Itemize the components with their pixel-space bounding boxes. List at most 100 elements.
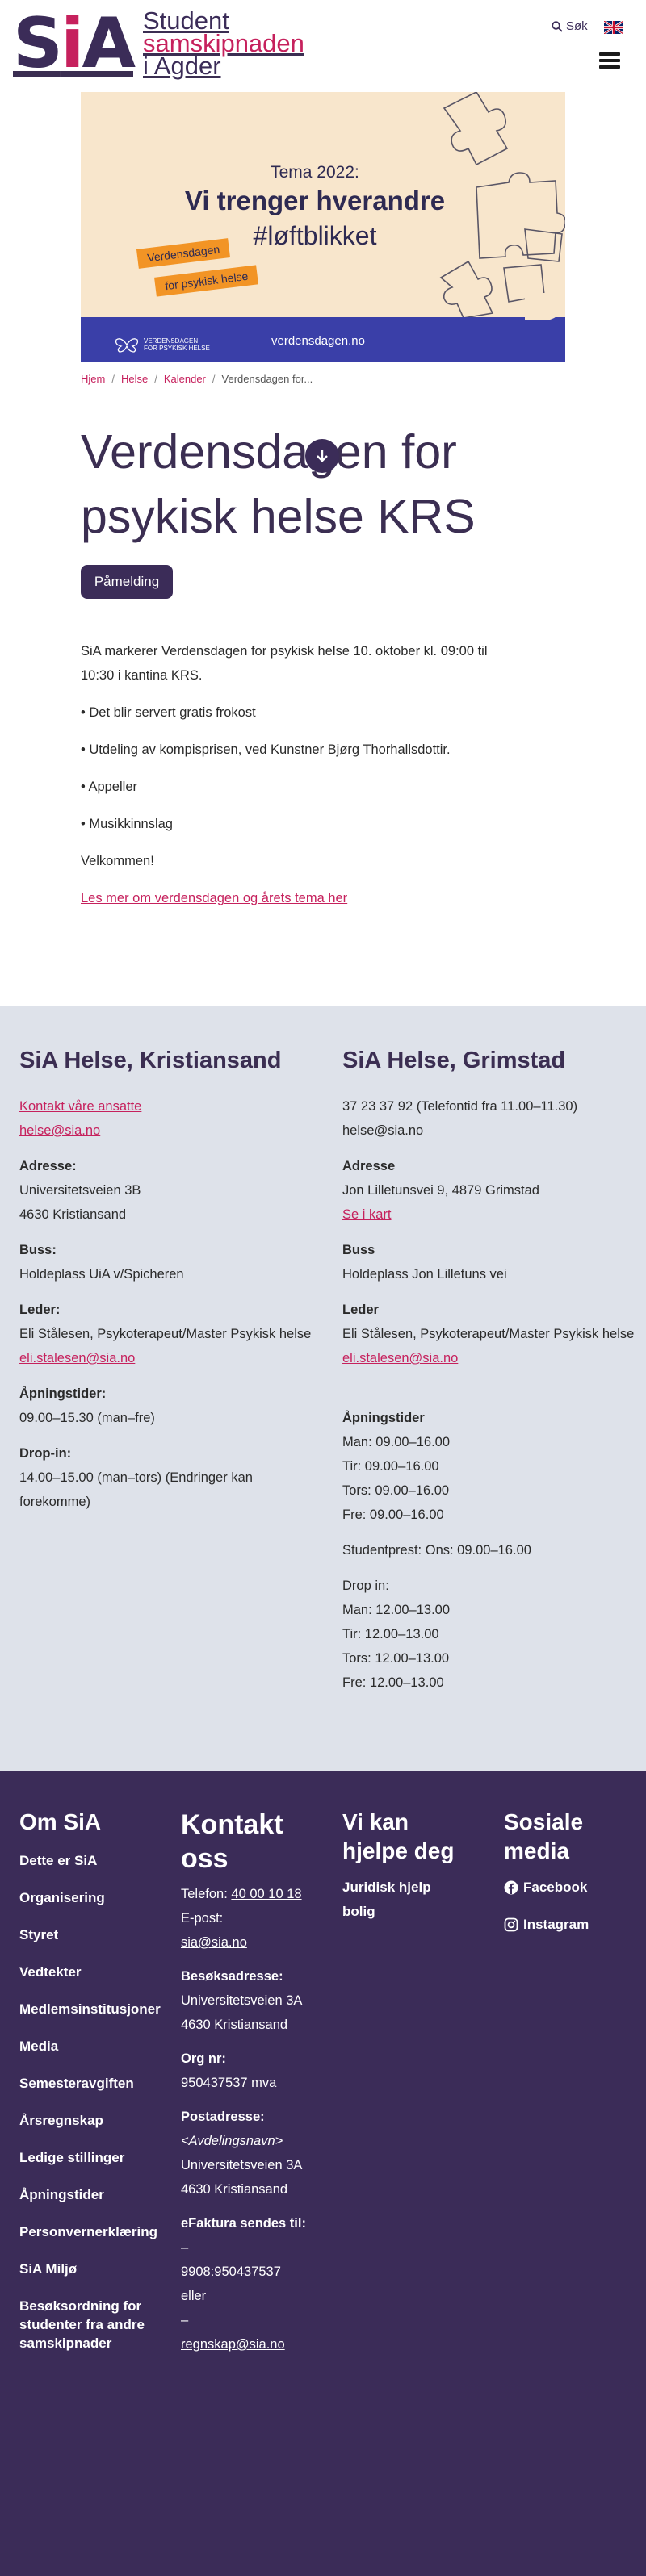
verdensdagen-logo: VERDENSDAGEN FOR PSYKISK HELSE xyxy=(115,337,210,353)
breadcrumb-home[interactable]: Hjem xyxy=(81,373,105,385)
dropin-label: Drop-in: xyxy=(19,1446,72,1461)
footer-link[interactable]: SiA Miljø xyxy=(19,2260,173,2278)
facebook-link[interactable]: Facebook xyxy=(504,1876,633,1900)
phone-text: 37 23 37 92 (Telefontid fra 11.00–11.30) xyxy=(342,1099,578,1114)
contact-heading: SiA Helse, Kristiansand xyxy=(19,1048,282,1073)
dropin-row: Fre: 12.00–13.00 xyxy=(342,1675,444,1690)
dropin-row: Man: 12.00–13.00 xyxy=(342,1603,451,1617)
address-line: Jon Lilletunsvei 9, 4879 Grimstad xyxy=(342,1183,539,1198)
menu-bar xyxy=(599,59,620,62)
footer-link[interactable]: Årsregnskap xyxy=(19,2111,173,2130)
footer-link[interactable]: Besøksordning for studenter fra andre sa… xyxy=(19,2297,173,2352)
hours-value: 09.00–15.30 (man–fre) xyxy=(19,1411,155,1425)
site-logo[interactable]: SiA Student samskipnaden i Agder xyxy=(13,8,304,80)
visit-label: Besøksadresse: xyxy=(181,1969,283,1984)
contact-staff-link[interactable]: Kontakt våre ansatte xyxy=(19,1099,141,1114)
site-footer: Om SiA Dette er SiA Organisering Styret … xyxy=(0,1771,646,2576)
breadcrumb-separator: / xyxy=(212,373,216,385)
footer-link[interactable]: Organisering xyxy=(19,1888,173,1907)
footer-link[interactable]: Media xyxy=(19,2037,173,2055)
logo-line3: i Agder xyxy=(143,52,221,80)
footer-link[interactable]: Ledige stillinger xyxy=(19,2148,173,2167)
contact-section: SiA Helse, Kristiansand Kontakt våre ans… xyxy=(0,1006,646,1771)
instagram-link[interactable]: Instagram xyxy=(504,1913,633,1937)
logo-text: Student samskipnaden i Agder xyxy=(143,8,304,80)
instagram-icon xyxy=(504,1917,518,1932)
search-label: Søk xyxy=(566,19,588,33)
efaktura-or: eller xyxy=(181,2289,207,2303)
menu-bar xyxy=(599,52,620,56)
dropin-value: 14.00–15.00 (man–tors) (Endringer kan fo… xyxy=(19,1470,253,1509)
leader-label: Leder: xyxy=(19,1303,61,1317)
post-dept: <Avdelingsnavn> xyxy=(181,2134,283,2148)
read-more-link[interactable]: Les mer om verdensdagen og årets tema he… xyxy=(81,891,347,905)
leader-name: Eli Stålesen, Psykoterapeut/Master Psyki… xyxy=(19,1327,312,1341)
banner-theme: Tema 2022: xyxy=(271,163,359,182)
hours-row: Tir: 09.00–16.00 xyxy=(342,1459,439,1474)
post-label: Postadresse: xyxy=(181,2110,265,2124)
footer-about: Om SiA Dette er SiA Organisering Styret … xyxy=(19,1808,173,2371)
facebook-icon xyxy=(504,1880,518,1895)
post-street: Universitetsveien 3A xyxy=(181,2158,303,2172)
contact-grimstad: SiA Helse, Grimstad 37 23 37 92 (Telefon… xyxy=(342,1046,641,1706)
event-bullet: • Musikkinnslag xyxy=(81,817,173,831)
email-link[interactable]: sia@sia.no xyxy=(181,1935,247,1950)
leader-email-link[interactable]: eli.stalesen@sia.no xyxy=(342,1351,458,1365)
footer-link[interactable]: bolig xyxy=(342,1900,480,1924)
footer-help: Vi kan hjelpe deg Juridisk hjelp bolig xyxy=(342,1808,480,1924)
efaktura-dash: – xyxy=(181,2240,189,2255)
footer-link[interactable]: Dette er SiA xyxy=(19,1851,173,1870)
arrow-down-icon xyxy=(317,450,328,462)
bus-label: Buss xyxy=(342,1243,375,1257)
footer-link[interactable]: Semesteravgiften xyxy=(19,2074,173,2093)
dropin-label: Drop in: xyxy=(342,1579,389,1593)
contact-kristiansand: SiA Helse, Kristiansand Kontakt våre ans… xyxy=(19,1046,318,1525)
student-priest: Studentprest: Ons: 09.00–16.00 xyxy=(342,1543,531,1558)
footer-heading: Sosiale media xyxy=(504,1809,584,1863)
efaktura-label: eFaktura sendes til: xyxy=(181,2216,306,2231)
instagram-label: Instagram xyxy=(523,1917,589,1932)
breadcrumb-current: Verdensdagen for... xyxy=(221,373,313,385)
map-link[interactable]: Se i kart xyxy=(342,1207,392,1222)
phone-link[interactable]: 40 00 10 18 xyxy=(231,1887,301,1901)
visit-street: Universitetsveien 3A xyxy=(181,1993,303,2008)
dropin-row: Tors: 12.00–13.00 xyxy=(342,1651,450,1666)
breadcrumb-helse[interactable]: Helse xyxy=(121,373,148,385)
footer-contact: Kontakt oss Telefon: 40 00 10 18 E-post:… xyxy=(181,1808,310,2356)
address-label: Adresse: xyxy=(19,1159,77,1173)
hours-label: Åpningstider: xyxy=(19,1386,107,1401)
hamburger-menu-button[interactable] xyxy=(599,50,620,71)
hours-row: Man: 09.00–16.00 xyxy=(342,1435,451,1449)
efaktura-id: 9908:950437537 xyxy=(181,2264,281,2279)
footer-link[interactable]: Vedtekter xyxy=(19,1963,173,1981)
menu-bar xyxy=(599,65,620,69)
event-welcome: Velkommen! xyxy=(81,854,154,868)
breadcrumb-kalender[interactable]: Kalender xyxy=(164,373,206,385)
bus-label: Buss: xyxy=(19,1243,57,1257)
footer-link[interactable]: Medlemsinstitusjoner xyxy=(19,2000,173,2018)
bus-stop: Holdeplass UiA v/Spicheren xyxy=(19,1267,184,1282)
org-label: Org nr: xyxy=(181,2051,226,2066)
footer-link[interactable]: Juridisk hjelp xyxy=(342,1876,480,1900)
event-banner-image: Tema 2022: Vi trenger hverandre #løftbli… xyxy=(81,92,565,362)
event-intro: SiA markerer Verdensdagen for psykisk he… xyxy=(81,644,488,683)
hours-row: Tors: 09.00–16.00 xyxy=(342,1483,450,1498)
uk-flag-icon[interactable] xyxy=(604,21,623,34)
email-link[interactable]: helse@sia.no xyxy=(19,1123,100,1138)
search-link[interactable]: Søk xyxy=(552,19,588,33)
leader-email-link[interactable]: eli.stalesen@sia.no xyxy=(19,1351,135,1365)
signup-button[interactable]: Påmelding xyxy=(81,565,173,599)
leader-label: Leder xyxy=(342,1303,379,1317)
verdensdagen-logo-text: VERDENSDAGEN FOR PSYKISK HELSE xyxy=(144,337,210,352)
footer-link[interactable]: Styret xyxy=(19,1926,173,1944)
download-icon[interactable] xyxy=(305,439,339,473)
hours-row: Fre: 09.00–16.00 xyxy=(342,1508,444,1522)
org-number: 950437537 mva xyxy=(181,2076,277,2090)
efaktura-email-link[interactable]: regnskap@sia.no xyxy=(181,2337,285,2352)
facebook-label: Facebook xyxy=(523,1880,588,1895)
butterfly-icon xyxy=(115,338,139,353)
banner-url: verdensdagen.no xyxy=(271,334,365,348)
event-description: SiA markerer Verdensdagen for psykisk he… xyxy=(81,639,517,923)
footer-link[interactable]: Personvernerklæring xyxy=(19,2223,173,2241)
footer-link[interactable]: Åpningstider xyxy=(19,2185,173,2204)
